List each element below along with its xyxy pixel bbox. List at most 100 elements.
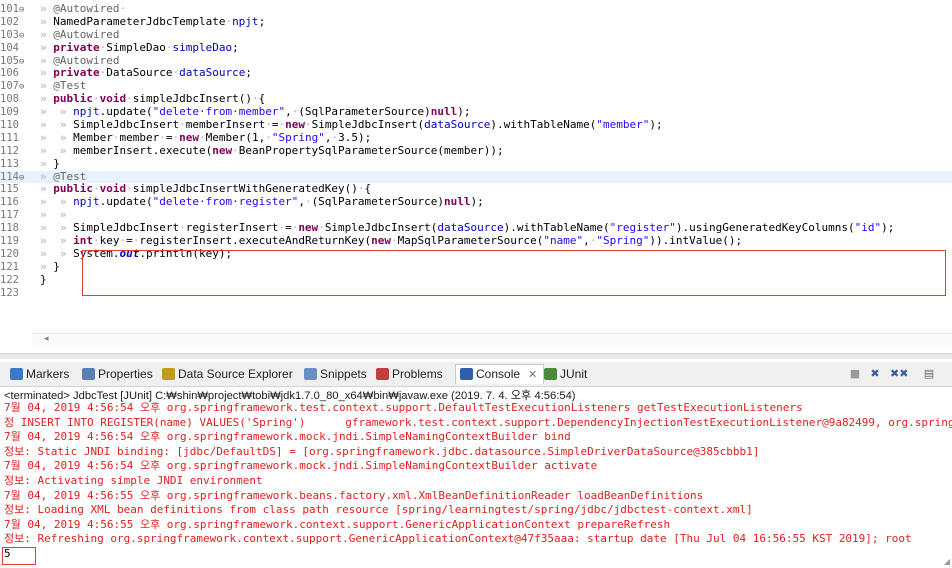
code-token: » »: [40, 208, 74, 222]
scroll-corner-icon: ◢: [943, 557, 950, 566]
code-token: SimpleJdbcInsert(: [324, 221, 438, 235]
code-token: .intValue();: [662, 234, 743, 248]
line-number: 112: [0, 145, 40, 158]
console-log-line: 7월 04, 2019 4:56:54 오후 org.springframewo…: [4, 430, 571, 444]
line-number: 119: [0, 235, 40, 248]
code-token: Member: [73, 130, 113, 144]
code-token: ·: [232, 143, 239, 157]
code-token: new: [212, 143, 233, 157]
snippets-icon: [304, 368, 317, 380]
line-number-text: 106: [0, 67, 19, 80]
code-token: @Autowired: [53, 27, 120, 41]
code-token: "register": [609, 221, 676, 235]
tab-snippets[interactable]: Snippets: [304, 365, 367, 384]
line-number-text: 121: [0, 260, 19, 273]
code-token: {: [258, 92, 266, 106]
console-output[interactable]: 7월 04, 2019 4:56:54 오후 org.springframewo…: [0, 401, 952, 562]
line-number-text: 102: [0, 15, 19, 28]
code-token: simpleJdbcInsertWithGeneratedKey(): [132, 182, 358, 196]
tab-label: JUnit: [560, 367, 588, 381]
code-token: @Test: [53, 79, 87, 93]
display-console-icon[interactable]: ▤: [922, 367, 936, 381]
fold-toggle-icon[interactable]: ⊖: [19, 31, 24, 41]
code-token: (SqlParameterSource): [311, 195, 445, 209]
console-output-value: 5: [4, 546, 11, 560]
fold-toggle-icon[interactable]: ⊖: [19, 82, 24, 92]
code-token: ·: [126, 182, 133, 196]
line-number-text: 109: [0, 106, 19, 119]
tab-label: Data Source Explorer: [178, 367, 293, 381]
fold-toggle-icon[interactable]: ⊖: [19, 5, 24, 15]
terminate-icon[interactable]: ■: [848, 367, 862, 381]
code-token: » »: [40, 246, 74, 260]
code-line[interactable]: 106» private·DataSource·dataSource;: [0, 67, 952, 80]
line-number: 114⊖: [0, 171, 40, 185]
close-icon[interactable]: ✕: [528, 369, 537, 381]
console-log-line: 7월 04, 2019 4:56:55 오후 org.springframewo…: [4, 488, 704, 502]
console-log-line: 정 INSERT INTO REGISTER(name) VALUES('Spr…: [4, 415, 952, 429]
tab-markers[interactable]: Markers: [10, 365, 69, 384]
code-line[interactable]: 102» NamedParameterJdbcTemplate·npjt;: [0, 14, 952, 29]
line-number-text: 103: [0, 28, 19, 41]
code-token: new: [371, 234, 392, 248]
code-token: »: [40, 40, 54, 54]
line-number-text: 117: [0, 209, 19, 222]
tab-console[interactable]: Console ✕: [455, 364, 545, 384]
code-token: void: [99, 92, 127, 106]
problems-icon: [376, 368, 389, 380]
code-token: »: [40, 66, 54, 80]
code-token: »: [40, 259, 54, 273]
fold-toggle-icon[interactable]: ⊖: [19, 57, 24, 67]
code-editor[interactable]: 101⊖» @Autowired· 102» NamedParameterJdbc…: [0, 0, 952, 348]
line-number: 104: [0, 42, 40, 55]
line-number: 101⊖: [0, 3, 40, 17]
properties-icon: [82, 368, 95, 380]
fold-toggle-icon[interactable]: ⊖: [19, 173, 24, 183]
panel-divider[interactable]: [0, 353, 952, 359]
code-token: ·: [251, 92, 259, 106]
code-token: ,: [583, 234, 590, 248]
code-token: npjt: [73, 195, 100, 209]
tab-properties[interactable]: Properties: [82, 365, 153, 384]
line-number: 123: [0, 287, 40, 300]
code-token: » »: [40, 221, 74, 235]
code-token: » »: [40, 118, 74, 132]
code-token: ).withTableName(: [503, 221, 610, 235]
code-token: ·: [357, 182, 365, 196]
code-token: » »: [40, 234, 74, 248]
code-line[interactable]: 116 » » npjt.update("delete·from·register…: [0, 195, 952, 209]
code-token: » »: [40, 143, 74, 157]
editor-horizontal-scrollbar[interactable]: ◂: [32, 333, 952, 348]
code-token: {: [364, 182, 372, 196]
code-token: DataSource: [106, 66, 173, 80]
tab-dse[interactable]: Data Source Explorer: [162, 365, 293, 384]
tab-junit[interactable]: JUnit: [544, 365, 587, 384]
code-token: }: [53, 259, 60, 273]
code-line[interactable]: 104» private·SimpleDao·simpleDao;: [0, 40, 952, 55]
code-line[interactable]: 112 » » memberInsert.execute(new·BeanProp…: [0, 143, 952, 158]
views-tab-bar: Markers Properties Data Source Explorer Sni…: [0, 362, 952, 387]
code-token: memberInsert: [185, 118, 266, 132]
scroll-left-arrow-icon[interactable]: ◂: [44, 334, 49, 344]
remove-launch-icon[interactable]: ✖: [868, 367, 882, 381]
code-token: ·: [93, 182, 100, 196]
code-token: BeanPropertySqlParameterSource(member));: [238, 143, 504, 157]
code-token: =: [126, 234, 133, 248]
console-log-line: 7월 04, 2019 4:56:54 오후 org.springframewo…: [4, 401, 803, 414]
tab-label: Properties: [98, 367, 153, 381]
code-token: );: [649, 118, 663, 132]
remove-all-icon[interactable]: ✖✖: [890, 367, 908, 381]
tab-problems[interactable]: Problems: [376, 365, 443, 384]
line-number-text: 107: [0, 80, 19, 93]
code-line[interactable]: 113 » }: [0, 157, 952, 171]
code-token: "delete·from·register": [152, 195, 299, 209]
code-token: }: [40, 272, 47, 286]
code-token: ;: [245, 66, 252, 80]
code-token: MapSqlParameterSource(: [397, 234, 544, 248]
line-number: 108: [0, 93, 40, 106]
code-token: 3.5);: [338, 130, 372, 144]
tab-label: Console: [476, 367, 521, 381]
code-token: »: [40, 14, 54, 28]
code-token: null: [444, 195, 471, 209]
console-icon: [460, 368, 473, 380]
